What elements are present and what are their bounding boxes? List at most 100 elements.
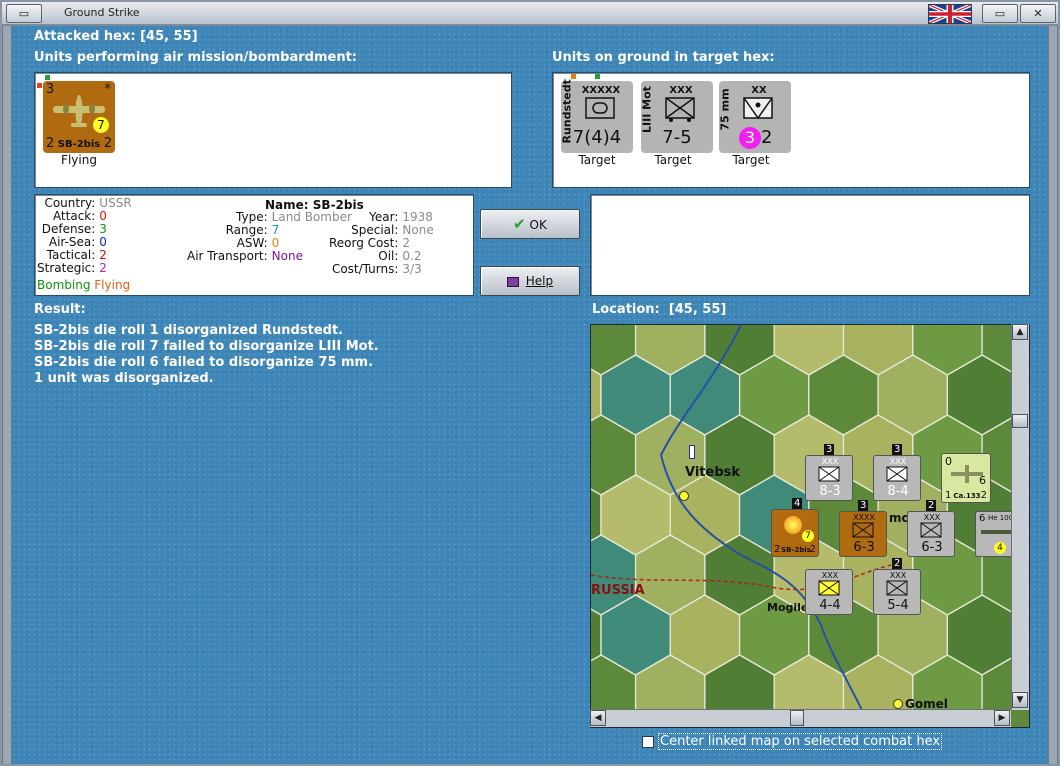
infantry-unit-icon	[886, 466, 908, 482]
motorized-infantry-icon	[665, 97, 695, 122]
stack-count: 3	[824, 444, 835, 455]
stat-value: 3/3	[402, 262, 422, 276]
rail-marker-icon	[689, 445, 695, 459]
unit-size-marker: XXX	[669, 85, 693, 96]
unit-size-marker: XXXX	[853, 513, 875, 522]
ok-button[interactable]: ✔ OK	[480, 209, 580, 239]
scroll-up-arrow-icon[interactable]: ▲	[1012, 324, 1028, 340]
city-marker-icon	[893, 699, 903, 709]
mission-state: Flying	[94, 278, 131, 292]
stat-key: Cost/Turns:	[331, 262, 399, 276]
scroll-right-arrow-icon[interactable]: ▶	[994, 710, 1010, 726]
infantry-unit-icon	[920, 522, 942, 538]
title-bar: ▭ Ground Strike ▭ ✕	[2, 2, 1058, 26]
counter-strategic: 2	[980, 490, 987, 501]
stack-count: 3	[858, 500, 869, 511]
result-line: SB-2bis die roll 1 disorganized Rundsted…	[34, 323, 344, 338]
uk-flag-icon	[928, 4, 972, 24]
city-marker-icon	[679, 491, 689, 501]
center-map-checkbox[interactable]	[642, 736, 654, 748]
defender-info-panel	[590, 194, 1030, 296]
ground-unit-counter-liii-mot[interactable]: XXX LIII Mot 7-5	[641, 81, 713, 153]
stack-count: 4	[792, 498, 803, 509]
air-unit-marker-icon	[45, 75, 50, 80]
unit-strength: 7(4)4	[572, 127, 622, 148]
unit-stats-left: Country: USSR Attack: 0 Defense: 3 Air-Sea: 0 Ta…	[35, 197, 134, 275]
window-title: Ground Strike	[64, 6, 140, 19]
map-unit-counter[interactable]: 2 XXX 6-3	[907, 500, 955, 557]
counter-range-circle: 4	[994, 542, 1006, 554]
stat-row: Cost/Turns: 3/3	[327, 263, 436, 276]
ground-unit-status: Target	[578, 153, 616, 167]
map-unit-counter[interactable]: XXX 4-4	[805, 569, 853, 615]
unit-strength: 4-4	[819, 598, 841, 613]
counter-range: 6	[979, 474, 986, 487]
unit-disorganized-circle: 3	[739, 127, 761, 149]
help-label: Help	[525, 274, 554, 288]
vertical-scroll-thumb[interactable]	[1012, 414, 1028, 428]
air-unit-status: Flying	[61, 153, 97, 167]
scroll-left-arrow-icon[interactable]: ◀	[590, 710, 606, 726]
result-line: SB-2bis die roll 6 failed to disorganize…	[34, 355, 374, 370]
stat-key: Air Transport:	[187, 249, 268, 263]
infantry-unit-icon	[886, 580, 908, 596]
hq-unit-icon	[585, 97, 615, 119]
stack-count: 2	[926, 500, 937, 511]
help-book-icon	[506, 276, 519, 287]
center-map-label[interactable]: Center linked map on selected combat hex	[658, 733, 942, 750]
counter-strategic: 2	[809, 544, 816, 555]
artillery-unit-icon	[743, 97, 773, 119]
map-unit-counter[interactable]: 0 6 1 Ca.133 2	[941, 453, 991, 503]
map-unit-counter[interactable]: 3 XXX 8-3	[805, 444, 853, 501]
scroll-down-arrow-icon[interactable]: ▼	[1012, 692, 1028, 708]
ground-unit-counter-75mm[interactable]: XX 75 mm 3 2	[719, 81, 791, 153]
unit-strength: 2	[761, 127, 773, 148]
attacked-hex-heading: Attacked hex: [45, 55]	[34, 29, 198, 44]
horizontal-scroll-thumb[interactable]	[790, 710, 804, 726]
unit-size-marker: XXX	[889, 457, 907, 466]
map-city-label: Mogile	[767, 601, 809, 614]
unit-strength: 6-3	[853, 540, 875, 555]
counter-strategic: 2	[103, 136, 112, 151]
unit-size-marker: XX	[751, 85, 767, 96]
map-city-label: Vitebsk	[685, 465, 741, 480]
unit-size-marker: XXX	[889, 571, 907, 580]
checkmark-icon: ✔	[513, 215, 526, 233]
help-button[interactable]: Help	[480, 266, 580, 296]
map-unit-counter[interactable]: 6 He 100 4	[975, 511, 1015, 557]
stack-count: 2	[892, 558, 903, 569]
infantry-unit-icon	[818, 580, 840, 596]
map-unit-counter[interactable]: 2 XXX 5-4	[873, 558, 921, 615]
result-heading: Result:	[34, 302, 86, 317]
combat-hex-map[interactable]: Vitebsk Mogile Gomel mo RUSSIA 3 XXX 8-3…	[590, 324, 1030, 728]
air-units-heading: Units performing air mission/bombardment…	[34, 50, 358, 65]
unit-info-panel: Country: USSR Attack: 0 Defense: 3 Air-Sea: 0 Ta…	[34, 194, 474, 296]
ground-unit-marker-icon	[595, 74, 600, 79]
map-unit-counter[interactable]: 3 XXXX 6-3	[839, 500, 887, 557]
unit-strength: 8-4	[887, 484, 909, 499]
stat-value: 2	[99, 261, 107, 275]
stat-key: Strategic:	[37, 261, 96, 275]
map-horizontal-scrollbar[interactable]: ◀ ▶	[590, 709, 1011, 727]
map-region-label: RUSSIA	[591, 583, 645, 598]
unit-strength: 5-4	[887, 598, 909, 613]
map-unit-counter-attacker[interactable]: 4 7 2 SB-2bis 2	[771, 498, 819, 557]
infantry-unit-icon	[852, 522, 874, 538]
counter-air-value: 6	[979, 513, 986, 524]
ground-unit-marker-icon	[571, 74, 576, 79]
ground-unit-counter-rundstedt[interactable]: XXXXX Rundstedt 7(4)4	[561, 79, 633, 153]
air-unit-counter-sb2bis[interactable]: 3 * 7 2 SB-2bis 2	[43, 81, 115, 153]
unit-size-marker: XXX	[923, 513, 941, 522]
unit-strength: 8-3	[819, 484, 841, 499]
map-unit-counter[interactable]: 3 XXX 8-4	[873, 444, 921, 501]
close-button[interactable]: ✕	[1020, 4, 1056, 23]
counter-range-circle: 7	[802, 530, 814, 542]
infantry-unit-icon	[818, 466, 840, 482]
restore-button[interactable]: ▭	[982, 4, 1018, 23]
counter-unit-name: He 100	[988, 514, 1014, 522]
minimize-button[interactable]: ▭	[6, 4, 42, 23]
map-vertical-scrollbar[interactable]: ▲ ▼	[1011, 324, 1029, 710]
unit-side-label: 75 mm	[718, 88, 732, 131]
explosion-icon	[784, 516, 802, 534]
ground-units-panel: XXXXX Rundstedt 7(4)4 Target XXX LIII Mo…	[552, 72, 1030, 188]
